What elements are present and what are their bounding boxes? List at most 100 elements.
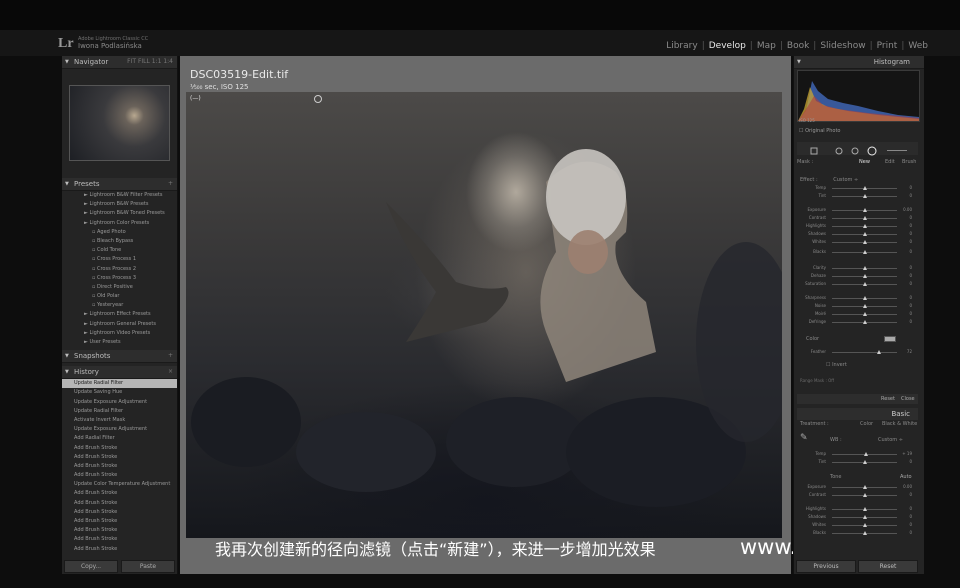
mask-brush-button[interactable]: Brush: [902, 159, 916, 165]
slider-thumb[interactable]: [862, 493, 867, 497]
slider-value[interactable]: 0: [909, 311, 912, 316]
slider-value[interactable]: 0: [909, 303, 912, 308]
history-item[interactable]: Add Brush Stroke: [62, 508, 177, 517]
slider-value[interactable]: 0: [909, 522, 912, 527]
paste-button[interactable]: Paste: [121, 560, 175, 573]
history-header[interactable]: History×: [62, 366, 177, 380]
slider-value[interactable]: 0: [909, 249, 912, 254]
preset-item[interactable]: ▫ Cold Tone: [84, 246, 177, 255]
history-item[interactable]: Update Color Temperature Adjustment: [62, 480, 177, 489]
slider-value[interactable]: + 19: [902, 451, 912, 456]
history-item[interactable]: Update Exposure Adjustment: [62, 398, 177, 407]
slider-value[interactable]: 0: [909, 492, 912, 497]
slider-thumb[interactable]: [862, 186, 867, 190]
local-close-button[interactable]: Close: [901, 396, 915, 402]
slider-thumb[interactable]: [862, 523, 867, 527]
slider-value[interactable]: 0.00: [903, 207, 912, 212]
history-item[interactable]: Add Brush Stroke: [62, 545, 177, 554]
presets-header[interactable]: Presets+: [62, 178, 177, 191]
preset-item[interactable]: ► Lightroom Color Presets: [84, 219, 177, 228]
treatment-color[interactable]: Color: [860, 421, 873, 427]
tone-auto-button[interactable]: Auto: [900, 474, 912, 480]
preset-item[interactable]: ▫ Yesteryear: [84, 301, 177, 310]
slider-thumb[interactable]: [862, 282, 867, 286]
slider-value[interactable]: 0.00: [903, 484, 912, 489]
photo-canvas[interactable]: [186, 92, 782, 538]
history-item[interactable]: Add Brush Stroke: [62, 526, 177, 535]
slider-thumb[interactable]: [862, 266, 867, 270]
effect-preset-dropdown[interactable]: Custom ÷: [833, 177, 858, 183]
slider-thumb[interactable]: [862, 232, 867, 236]
preset-item[interactable]: ▫ Cross Process 3: [84, 274, 177, 283]
history-item[interactable]: Add Brush Stroke: [62, 444, 177, 453]
history-item[interactable]: Activate Invert Mask: [62, 416, 177, 425]
basic-header[interactable]: Basic: [797, 408, 918, 420]
slider-thumb[interactable]: [862, 250, 867, 254]
original-photo-toggle[interactable]: ☐ Original Photo: [799, 128, 841, 134]
mask-edit-button[interactable]: Edit: [885, 159, 895, 165]
slider-thumb[interactable]: [876, 350, 881, 354]
module-book[interactable]: Book: [783, 41, 813, 51]
slider-value[interactable]: 0: [909, 215, 912, 220]
slider-thumb[interactable]: [862, 194, 867, 198]
module-web[interactable]: Web: [904, 41, 932, 51]
slider-thumb[interactable]: [862, 224, 867, 228]
history-item[interactable]: Update Exposure Adjustment: [62, 425, 177, 434]
reset-button[interactable]: Reset: [858, 560, 918, 573]
navigator-preview[interactable]: [69, 85, 170, 161]
slider-value[interactable]: 0: [909, 231, 912, 236]
preset-item[interactable]: ► Lightroom General Presets: [84, 320, 177, 329]
slider-thumb[interactable]: [862, 485, 867, 489]
color-swatch[interactable]: [884, 336, 896, 342]
slider-thumb[interactable]: [862, 320, 867, 324]
module-develop[interactable]: Develop: [705, 41, 750, 51]
slider-thumb[interactable]: [862, 507, 867, 511]
mask-new-button[interactable]: New: [859, 159, 870, 165]
histogram-header[interactable]: Histogram: [794, 56, 924, 69]
preset-item[interactable]: ► Lightroom Effect Presets: [84, 310, 177, 319]
slider-thumb[interactable]: [862, 240, 867, 244]
slider-thumb[interactable]: [862, 208, 867, 212]
history-item[interactable]: Add Brush Stroke: [62, 489, 177, 498]
history-item[interactable]: Add Brush Stroke: [62, 462, 177, 471]
zoom-options[interactable]: FIT FILL 1:1 1:4: [127, 56, 173, 68]
eyedropper-icon[interactable]: ✎: [800, 433, 810, 443]
module-map[interactable]: Map: [753, 41, 780, 51]
history-item[interactable]: Add Radial Filter: [62, 434, 177, 443]
slider-thumb[interactable]: [862, 515, 867, 519]
slider-value[interactable]: 0: [909, 295, 912, 300]
slider-track[interactable]: [832, 352, 897, 353]
wb-dropdown[interactable]: Custom ÷: [878, 437, 903, 443]
preset-item[interactable]: ► User Presets: [84, 338, 177, 347]
slider-thumb[interactable]: [862, 216, 867, 220]
slider-thumb[interactable]: [863, 452, 868, 456]
slider-value[interactable]: 0: [909, 239, 912, 244]
module-print[interactable]: Print: [873, 41, 902, 51]
slider-value[interactable]: 0: [909, 273, 912, 278]
history-item[interactable]: Add Brush Stroke: [62, 535, 177, 544]
slider-thumb[interactable]: [862, 304, 867, 308]
preset-item[interactable]: ▫ Direct Positive: [84, 283, 177, 292]
slider-value[interactable]: 72: [907, 349, 912, 354]
treatment-bw[interactable]: Black & White: [882, 421, 917, 427]
previous-button[interactable]: Previous: [796, 560, 856, 573]
slider-value[interactable]: 0: [909, 185, 912, 190]
preset-item[interactable]: ▫ Cross Process 2: [84, 265, 177, 274]
slider-value[interactable]: 0: [909, 319, 912, 324]
history-item[interactable]: Add Brush Stroke: [62, 499, 177, 508]
history-item[interactable]: Update Radial Filter: [62, 407, 177, 416]
snapshots-header[interactable]: Snapshots+: [62, 350, 177, 364]
navigator-header[interactable]: NavigatorFIT FILL 1:1 1:4: [62, 56, 177, 69]
slider-value[interactable]: 0: [909, 193, 912, 198]
slider-thumb[interactable]: [862, 460, 867, 464]
history-item[interactable]: Add Brush Stroke: [62, 517, 177, 526]
preset-item[interactable]: ► Lightroom Video Presets: [84, 329, 177, 338]
local-reset-button[interactable]: Reset: [881, 396, 895, 402]
history-item[interactable]: Add Brush Stroke: [62, 471, 177, 480]
slider-thumb[interactable]: [862, 312, 867, 316]
history-item[interactable]: Update Saving Hue: [62, 388, 177, 397]
radial-filter-pin[interactable]: [314, 95, 322, 103]
preset-item[interactable]: ► Lightroom B&W Filter Presets: [84, 191, 177, 200]
histogram[interactable]: [797, 70, 920, 122]
slider-value[interactable]: 0: [909, 281, 912, 286]
